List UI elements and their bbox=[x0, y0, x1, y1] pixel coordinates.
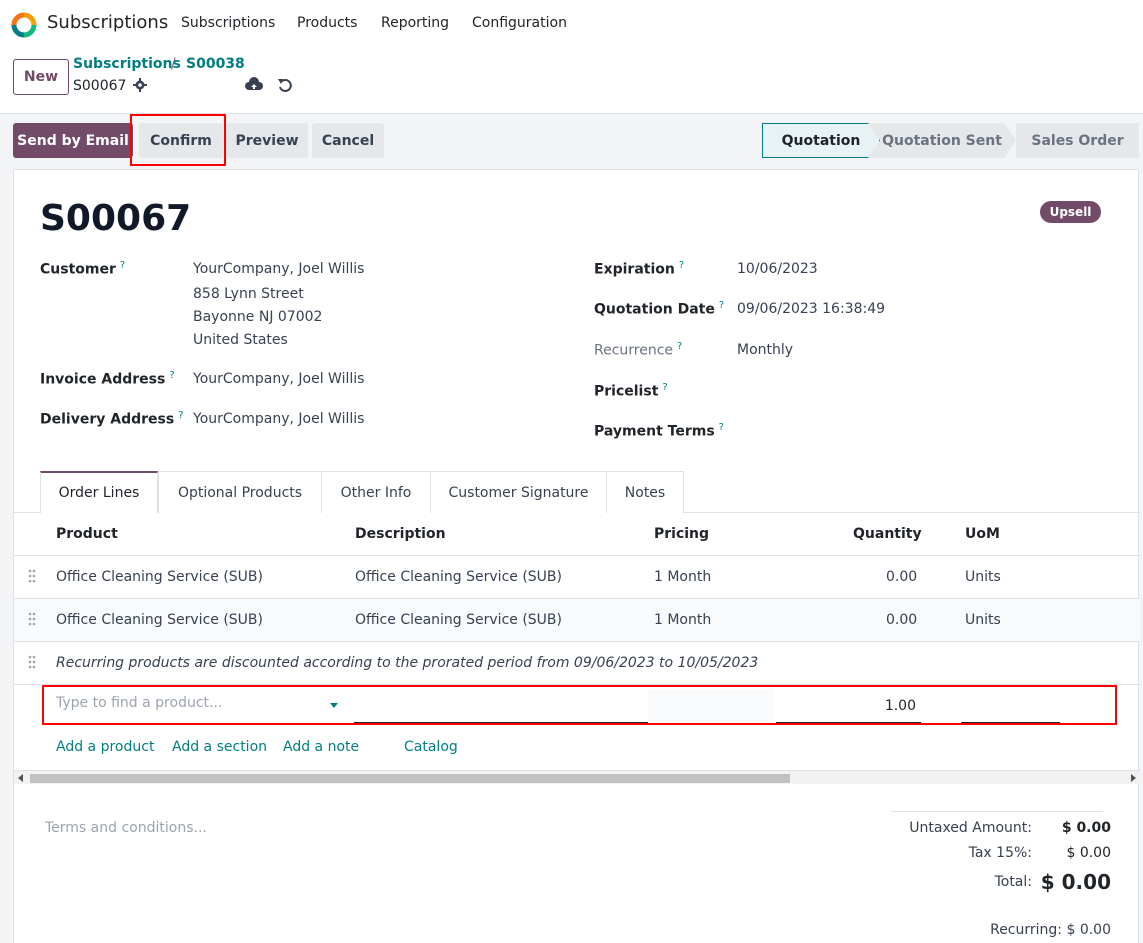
untaxed-amount-label: Untaxed Amount: bbox=[909, 820, 1032, 836]
col-quantity[interactable]: Quantity bbox=[853, 526, 922, 542]
discard-undo-icon[interactable] bbox=[277, 77, 293, 93]
breadcrumb-current[interactable]: S00038 bbox=[186, 56, 245, 72]
cell-uom[interactable]: Units bbox=[965, 569, 1001, 585]
tax-value: $ 0.00 bbox=[1066, 845, 1111, 861]
recurring-total: Recurring: $ 0.00 bbox=[990, 922, 1111, 938]
tax-label: Tax 15%: bbox=[968, 845, 1032, 861]
highlight-confirm bbox=[130, 114, 226, 166]
stage-quotation-sent[interactable]: Quotation Sent bbox=[868, 123, 1016, 158]
delivery-address-value[interactable]: YourCompany, Joel Willis bbox=[193, 411, 364, 427]
customer-label: Customer? bbox=[40, 260, 126, 278]
recurrence-value[interactable]: Monthly bbox=[737, 342, 793, 358]
catalog-link[interactable]: Catalog bbox=[404, 739, 458, 755]
customer-value-line4: United States bbox=[193, 332, 288, 348]
new-button[interactable]: New bbox=[13, 59, 69, 95]
breadcrumb-parent[interactable]: Subscriptions bbox=[73, 56, 181, 72]
stage-sales-order[interactable]: Sales Order bbox=[1016, 123, 1139, 158]
tab-order-lines[interactable]: Order Lines bbox=[40, 471, 158, 513]
menu-reporting[interactable]: Reporting bbox=[381, 15, 449, 31]
quotation-date-label: Quotation Date? bbox=[594, 300, 725, 318]
drag-handle-icon[interactable] bbox=[28, 655, 36, 669]
add-note-link[interactable]: Add a note bbox=[283, 739, 359, 755]
recurrence-label: Recurrence? bbox=[594, 341, 683, 359]
totals-divider bbox=[891, 811, 1103, 812]
tab-other-info[interactable]: Other Info bbox=[321, 471, 431, 513]
menu-configuration[interactable]: Configuration bbox=[472, 15, 567, 31]
add-section-link[interactable]: Add a section bbox=[172, 739, 267, 755]
table-row[interactable]: Office Cleaning Service (SUB) Office Cle… bbox=[14, 556, 1140, 599]
tab-optional-products[interactable]: Optional Products bbox=[158, 471, 322, 513]
delivery-address-label: Delivery Address? bbox=[40, 410, 184, 428]
customer-value-line2: 858 Lynn Street bbox=[193, 286, 304, 302]
payment-terms-label: Payment Terms? bbox=[594, 422, 724, 440]
col-pricing[interactable]: Pricing bbox=[654, 526, 709, 542]
status-bar: Sales Order Quotation Sent Quotation bbox=[762, 123, 1139, 158]
menu-subscriptions[interactable]: Subscriptions bbox=[181, 15, 275, 31]
col-uom[interactable]: UoM bbox=[965, 526, 1000, 542]
note-text[interactable]: Recurring products are discounted accord… bbox=[56, 655, 758, 671]
quotation-date-value[interactable]: 09/06/2023 16:38:49 bbox=[737, 301, 885, 317]
top-navbar: Subscriptions Subscriptions Products Rep… bbox=[0, 0, 1143, 48]
customer-value-line1[interactable]: YourCompany, Joel Willis bbox=[193, 261, 364, 277]
table-row[interactable]: Office Cleaning Service (SUB) Office Cle… bbox=[14, 599, 1140, 642]
cell-quantity[interactable]: 0.00 bbox=[886, 569, 917, 585]
gear-icon[interactable] bbox=[133, 78, 147, 92]
save-cloud-icon[interactable] bbox=[245, 77, 263, 93]
send-by-email-button[interactable]: Send by Email bbox=[13, 123, 133, 158]
terms-and-conditions-field[interactable]: Terms and conditions... bbox=[45, 820, 207, 836]
app-logo-icon[interactable] bbox=[11, 12, 37, 38]
tab-notes[interactable]: Notes bbox=[606, 471, 684, 513]
cancel-button[interactable]: Cancel bbox=[312, 123, 384, 158]
expiration-value[interactable]: 10/06/2023 bbox=[737, 261, 818, 277]
control-panel: New Subscriptions / S00038 S00067 bbox=[0, 48, 1143, 114]
invoice-address-label: Invoice Address? bbox=[40, 370, 175, 388]
horizontal-scrollbar[interactable] bbox=[14, 770, 1140, 784]
add-product-link[interactable]: Add a product bbox=[56, 739, 154, 755]
cell-product[interactable]: Office Cleaning Service (SUB) bbox=[56, 612, 263, 628]
scrollbar-thumb[interactable] bbox=[30, 774, 790, 783]
customer-value-line3: Bayonne NJ 07002 bbox=[193, 309, 323, 325]
cell-description[interactable]: Office Cleaning Service (SUB) bbox=[355, 569, 562, 585]
new-line-editor: Type to find a product... 1.00 bbox=[14, 685, 1140, 727]
upsell-badge: Upsell bbox=[1040, 201, 1101, 223]
preview-button[interactable]: Preview bbox=[226, 123, 308, 158]
record-title: S00067 bbox=[40, 198, 192, 239]
untaxed-amount-value: $ 0.00 bbox=[1061, 820, 1111, 836]
total-value: $ 0.00 bbox=[1040, 870, 1111, 894]
add-line-links: Add a product Add a section Add a note C… bbox=[14, 727, 1140, 770]
highlight-new-line bbox=[42, 685, 1117, 725]
order-lines-header: Product Description Pricing Quantity UoM bbox=[14, 513, 1140, 556]
expiration-label: Expiration? bbox=[594, 260, 685, 278]
drag-handle-icon[interactable] bbox=[28, 569, 36, 583]
drag-handle-icon[interactable] bbox=[28, 612, 36, 626]
pricelist-label: Pricelist? bbox=[594, 382, 668, 400]
cell-pricing[interactable]: 1 Month bbox=[654, 569, 711, 585]
action-bar: Send by Email Confirm Preview Cancel Sal… bbox=[0, 114, 1143, 169]
cell-product[interactable]: Office Cleaning Service (SUB) bbox=[56, 569, 263, 585]
menu-products[interactable]: Products bbox=[297, 15, 357, 31]
breadcrumb-separator: / bbox=[171, 56, 176, 72]
app-name[interactable]: Subscriptions bbox=[47, 12, 168, 33]
note-row[interactable]: Recurring products are discounted accord… bbox=[14, 642, 1140, 685]
scroll-right-icon[interactable] bbox=[1131, 774, 1136, 782]
cell-quantity[interactable]: 0.00 bbox=[886, 612, 917, 628]
col-product[interactable]: Product bbox=[56, 526, 118, 542]
cell-uom[interactable]: Units bbox=[965, 612, 1001, 628]
col-description[interactable]: Description bbox=[355, 526, 446, 542]
tab-customer-signature[interactable]: Customer Signature bbox=[430, 471, 607, 513]
cell-description[interactable]: Office Cleaning Service (SUB) bbox=[355, 612, 562, 628]
scroll-left-icon[interactable] bbox=[18, 774, 23, 782]
record-name: S00067 bbox=[73, 78, 127, 94]
cell-pricing[interactable]: 1 Month bbox=[654, 612, 711, 628]
total-label: Total: bbox=[994, 874, 1032, 890]
stage-quotation[interactable]: Quotation bbox=[762, 123, 880, 158]
form-sheet: Upsell S00067 Customer? YourCompany, Joe… bbox=[13, 169, 1140, 943]
invoice-address-value[interactable]: YourCompany, Joel Willis bbox=[193, 371, 364, 387]
